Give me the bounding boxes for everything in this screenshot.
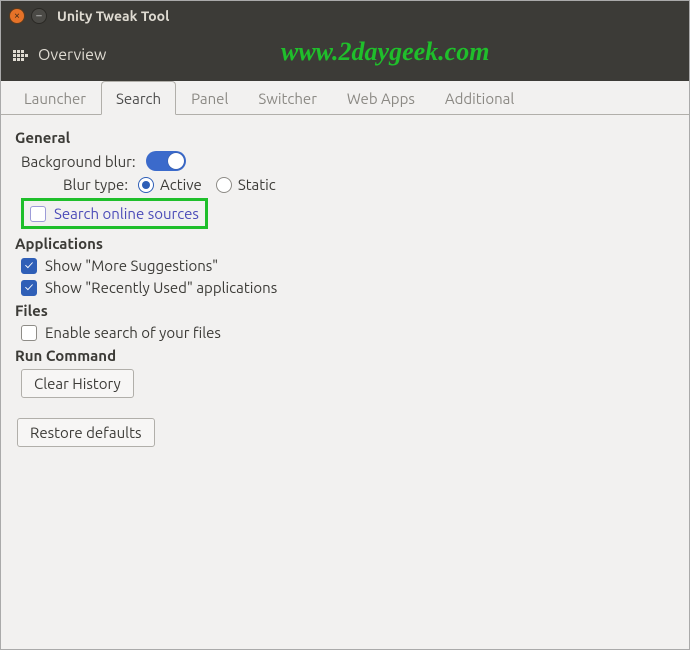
- tab-switcher[interactable]: Switcher: [243, 81, 332, 114]
- restore-defaults-button[interactable]: Restore defaults: [17, 418, 155, 447]
- blur-type-active-radio[interactable]: Active: [138, 176, 202, 193]
- enable-file-search-checkbox[interactable]: Enable search of your files: [21, 324, 221, 341]
- section-files: Files: [15, 302, 675, 319]
- recently-used-label: Show "Recently Used" applications: [45, 279, 277, 296]
- tab-search[interactable]: Search: [101, 81, 176, 115]
- tab-panel[interactable]: Panel: [176, 81, 243, 114]
- checkbox-icon: [21, 325, 37, 341]
- clear-history-button[interactable]: Clear History: [21, 369, 134, 398]
- window-title: Unity Tweak Tool: [57, 8, 169, 24]
- more-suggestions-label: Show "More Suggestions": [45, 257, 218, 274]
- tab-launcher[interactable]: Launcher: [9, 81, 101, 114]
- radio-icon: [138, 177, 154, 193]
- close-icon[interactable]: [9, 8, 25, 24]
- tab-bar: Launcher Search Panel Switcher Web Apps …: [1, 81, 689, 115]
- radio-icon: [216, 177, 232, 193]
- checkbox-icon: [21, 280, 37, 296]
- tab-additional[interactable]: Additional: [430, 81, 529, 114]
- section-applications: Applications: [15, 235, 675, 252]
- section-general: General: [15, 129, 675, 146]
- minimize-icon[interactable]: [31, 8, 47, 24]
- window: Unity Tweak Tool Overview www.2daygeek.c…: [0, 0, 690, 650]
- tab-web-apps[interactable]: Web Apps: [332, 81, 430, 114]
- checkbox-icon: [21, 258, 37, 274]
- blur-type-label: Blur type:: [63, 176, 128, 193]
- overview-button[interactable]: Overview: [38, 46, 106, 64]
- blur-type-static-radio[interactable]: Static: [216, 176, 276, 193]
- titlebar: Unity Tweak Tool: [1, 1, 689, 31]
- toolbar: Overview www.2daygeek.com: [1, 31, 689, 81]
- background-blur-switch[interactable]: [146, 151, 186, 171]
- overview-icon[interactable]: [13, 50, 28, 61]
- watermark-text: www.2daygeek.com: [281, 37, 489, 67]
- blur-type-active-label: Active: [160, 176, 202, 193]
- checkbox-icon: [30, 206, 46, 222]
- enable-file-search-label: Enable search of your files: [45, 324, 221, 341]
- background-blur-label: Background blur:: [21, 153, 136, 170]
- section-run-command: Run Command: [15, 347, 675, 364]
- more-suggestions-checkbox[interactable]: Show "More Suggestions": [21, 257, 218, 274]
- search-online-sources-checkbox[interactable]: Search online sources: [30, 205, 199, 222]
- content-area: General Background blur: Blur type: Acti…: [1, 115, 689, 460]
- search-online-sources-label: Search online sources: [54, 205, 199, 222]
- blur-type-static-label: Static: [238, 176, 276, 193]
- highlighted-option: Search online sources: [21, 198, 208, 229]
- recently-used-checkbox[interactable]: Show "Recently Used" applications: [21, 279, 277, 296]
